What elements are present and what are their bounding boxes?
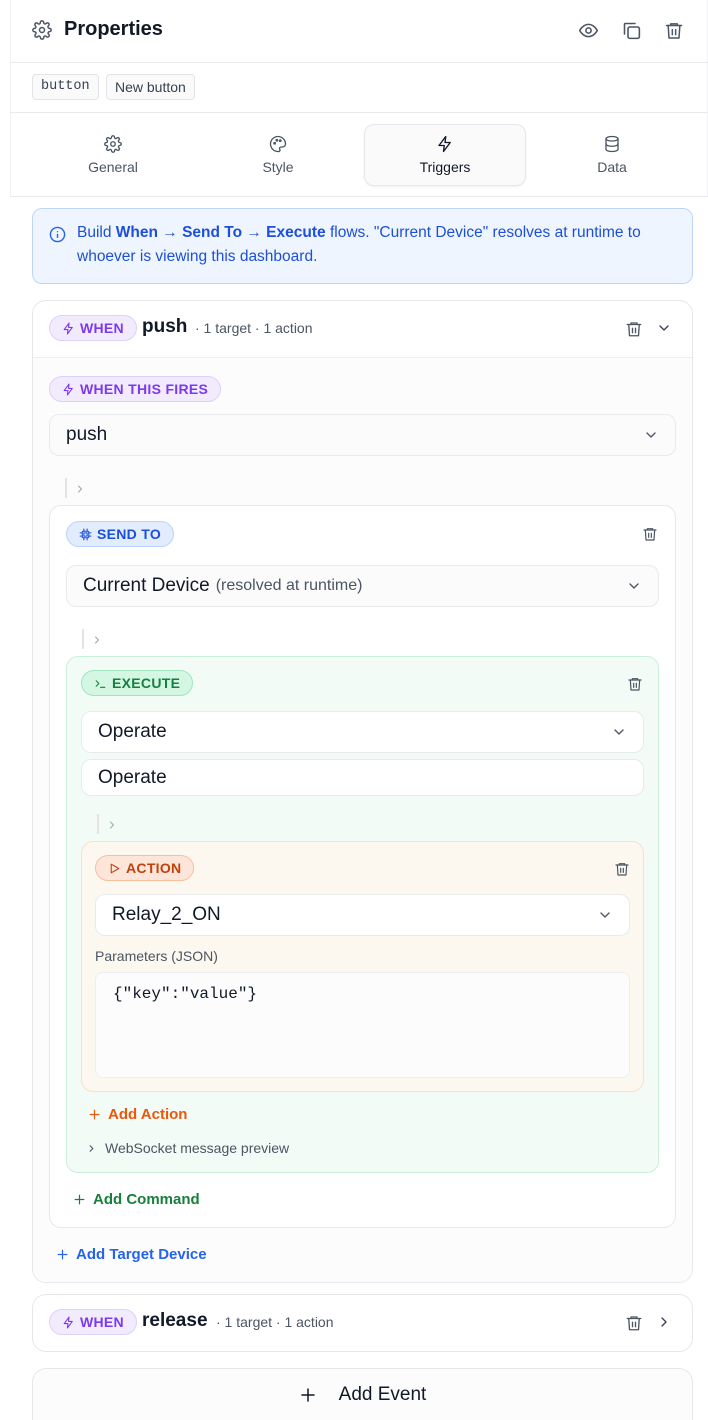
command-select-value: Operate	[98, 721, 167, 742]
plus-icon	[56, 1248, 69, 1261]
trash-icon[interactable]	[627, 676, 643, 692]
event-select[interactable]: push	[49, 414, 676, 456]
terminal-icon	[94, 677, 107, 690]
add-target-label: Add Target Device	[76, 1246, 207, 1263]
divider	[10, 112, 708, 113]
tab-label: Triggers	[419, 159, 471, 175]
add-action-button[interactable]: Add Action	[88, 1106, 187, 1123]
trash-icon[interactable]	[625, 1314, 643, 1332]
divider	[10, 62, 708, 63]
add-action-label: Add Action	[108, 1106, 188, 1123]
chevron-down-icon[interactable]	[656, 320, 672, 336]
chevron-down-icon	[626, 578, 642, 594]
tab-data[interactable]: Data	[531, 124, 693, 186]
database-icon	[603, 135, 621, 153]
target-device-hint: (resolved at runtime)	[215, 577, 363, 594]
tab-label: General	[88, 159, 138, 175]
lightning-icon	[436, 135, 454, 153]
trash-icon[interactable]	[642, 526, 658, 542]
chevron-right-icon[interactable]	[656, 1314, 672, 1330]
lightning-icon	[62, 383, 75, 396]
when-badge: WHEN	[49, 315, 137, 341]
connector-line	[82, 629, 84, 649]
chevron-right-icon	[86, 1143, 97, 1154]
event-meta: · 1 target · 1 action	[195, 320, 313, 336]
duplicate-icon[interactable]	[621, 20, 642, 41]
plus-icon	[299, 1386, 317, 1404]
add-target-button[interactable]: Add Target Device	[56, 1246, 207, 1263]
target-device-value: Current Device	[83, 575, 210, 596]
panel-title: Properties	[64, 18, 163, 40]
event-select-value: push	[66, 424, 108, 445]
ws-preview-toggle[interactable]: WebSocket message preview	[86, 1140, 289, 1156]
tab-triggers[interactable]: Triggers	[364, 124, 526, 186]
action-select-value: Relay_2_ON	[112, 904, 221, 925]
event-name: release	[142, 1310, 208, 1331]
info-flow: When → Send To → Execute	[115, 224, 326, 241]
command-select[interactable]: Operate	[81, 711, 644, 753]
command-name-value: Operate	[98, 766, 167, 788]
chevron-down-icon	[611, 724, 627, 740]
tab-general[interactable]: General	[32, 124, 194, 186]
connector-line	[97, 814, 99, 834]
execute-badge: EXECUTE	[81, 670, 194, 696]
execute-label: EXECUTE	[112, 675, 181, 691]
eye-icon[interactable]	[578, 20, 599, 41]
trash-icon[interactable]	[614, 861, 630, 877]
event-name: push	[142, 316, 188, 337]
name-tag: New button	[106, 74, 195, 100]
event-meta: · 1 target · 1 action	[216, 1314, 334, 1330]
send-to-badge: SEND TO	[66, 521, 175, 547]
type-tag: button	[32, 74, 99, 100]
add-event-button[interactable]: Add Event	[32, 1368, 693, 1420]
info-banner: Build When → Send To → Execute flows. "C…	[32, 208, 693, 284]
chevron-down-icon	[643, 427, 659, 443]
params-json-input[interactable]: {"key":"value"}	[95, 972, 630, 1078]
connector-line	[65, 478, 67, 498]
plus-icon	[88, 1108, 101, 1121]
lightning-icon	[62, 1316, 75, 1329]
add-command-label: Add Command	[93, 1191, 200, 1208]
chevron-right-icon	[106, 819, 118, 831]
action-label: ACTION	[126, 860, 182, 876]
command-name-input[interactable]: Operate	[81, 759, 644, 796]
gear-icon	[104, 135, 122, 153]
tab-label: Data	[597, 159, 627, 175]
tab-style[interactable]: Style	[197, 124, 359, 186]
when-badge-label: WHEN	[80, 320, 124, 336]
trash-icon[interactable]	[625, 320, 643, 338]
lightning-icon	[62, 322, 75, 335]
info-icon	[49, 226, 66, 243]
ws-preview-label: WebSocket message preview	[105, 1140, 290, 1156]
when-badge-label: WHEN	[80, 1314, 124, 1330]
play-icon	[108, 862, 121, 875]
when-badge: WHEN	[49, 1309, 137, 1335]
gear-icon	[32, 20, 52, 40]
delete-icon[interactable]	[664, 20, 684, 41]
fires-badge: WHEN THIS FIRES	[49, 376, 222, 402]
send-to-label: SEND TO	[97, 526, 162, 542]
action-select[interactable]: Relay_2_ON	[95, 894, 630, 936]
chevron-right-icon	[91, 634, 103, 646]
info-text: Build	[77, 224, 116, 241]
add-event-label: Add Event	[338, 1383, 427, 1405]
target-device-select[interactable]: Current Device (resolved at runtime)	[66, 565, 659, 607]
plus-icon	[73, 1193, 86, 1206]
chevron-right-icon	[74, 483, 86, 495]
chip-icon	[79, 528, 92, 541]
palette-icon	[269, 135, 287, 153]
chevron-down-icon	[597, 907, 613, 923]
add-command-button[interactable]: Add Command	[73, 1191, 200, 1208]
action-badge: ACTION	[95, 855, 195, 881]
tab-label: Style	[262, 159, 294, 175]
params-label: Parameters (JSON)	[95, 948, 218, 964]
divider	[10, 196, 708, 197]
fires-badge-label: WHEN THIS FIRES	[80, 381, 209, 397]
